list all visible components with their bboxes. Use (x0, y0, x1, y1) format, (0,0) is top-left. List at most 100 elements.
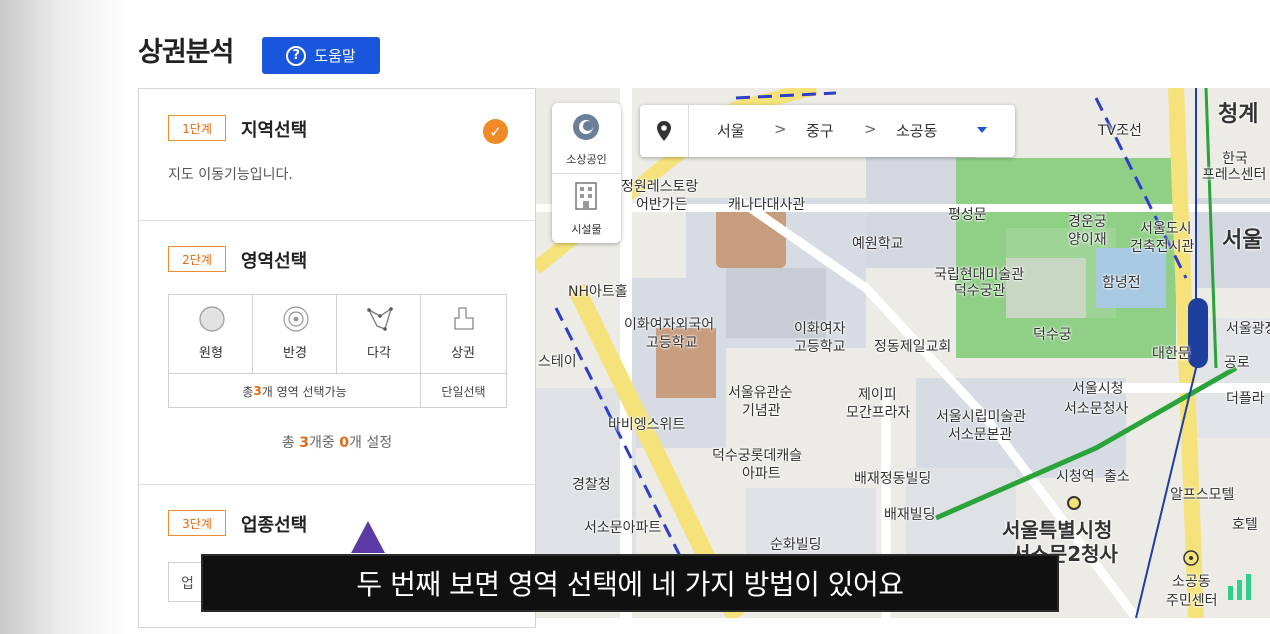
map-label: 기념관 (742, 403, 781, 419)
map-label: 경찰청 (572, 477, 611, 493)
caret-down-icon[interactable] (977, 127, 987, 133)
map-label: 청계 (1218, 102, 1259, 127)
map-label: 주민센터 (1166, 593, 1218, 609)
map-label: 제이피 (858, 387, 897, 403)
radius-tool-label: 반경 (283, 346, 307, 361)
step1-description: 지도 이동기능입니다. (168, 167, 293, 183)
small-business-icon (573, 114, 599, 140)
map-label: 서울도시 (1140, 221, 1192, 237)
facility-label: 시설물 (571, 223, 602, 236)
map-label: 공로 (1224, 355, 1250, 371)
map-label: 서울시립미술관 (936, 409, 1027, 425)
building-icon (575, 182, 597, 210)
map-label: 알프스모텔 (1170, 487, 1235, 503)
map-label: 소공동 (1172, 574, 1211, 590)
area-total-status: 총 3개중 0개 설정 (281, 435, 393, 451)
radius-icon (283, 306, 309, 332)
map-label: 캐나다대사관 (728, 197, 806, 213)
map-label: 덕수궁관 (954, 283, 1006, 299)
map-label: 경운궁 (1068, 214, 1107, 230)
district-tool-label: 상권 (451, 346, 475, 361)
step3-badge: 3단계 (168, 510, 226, 536)
map-label: 정동제일교회 (874, 339, 952, 355)
area-tool-grid: 원형 반경 다각 상권 총 3개 영역 선택가능 단일선택 (168, 294, 507, 408)
polygon-icon (367, 307, 393, 331)
map-label: 이화여자외국어 (624, 317, 715, 333)
map-label: 서소문본관 (948, 427, 1013, 443)
map-label: 평성문 (948, 207, 987, 223)
map-label: 서울유관순 (728, 385, 793, 401)
step2-badge: 2단계 (168, 246, 226, 272)
map-label: 정원레스토랑 (621, 179, 699, 195)
polygon-tool-label: 다각 (367, 346, 391, 361)
radius-tool-button[interactable]: 반경 (253, 295, 337, 373)
breadcrumb-separator: > (774, 120, 787, 138)
step2-section: 2단계 영역선택 원형 반경 다각 상권 총 3개 영역 선택가능 단일선택 총… (139, 220, 535, 485)
polygon-tool-button[interactable]: 다각 (337, 295, 421, 373)
map-label: 서울 (1222, 228, 1263, 253)
map-label: 더플라 (1226, 391, 1265, 407)
map-label: 호텔 (1232, 517, 1258, 533)
step1-title: 지역선택 (241, 120, 308, 141)
map-label: 순화빌딩 (770, 537, 822, 553)
pointer-triangle-icon (351, 521, 385, 553)
page-title: 상권분석 (138, 37, 234, 68)
step1-badge: 1단계 (168, 115, 226, 141)
map-label: 건축전시관 (1130, 239, 1195, 255)
step2-title: 영역선택 (241, 251, 308, 272)
facility-layer-button[interactable]: 시설물 (552, 173, 621, 243)
map-pin-icon (657, 121, 671, 141)
location-dong[interactable]: 소공동 (896, 120, 937, 141)
analysis-panel: 1단계 지역선택 ✓ 지도 이동기능입니다. 2단계 영역선택 원형 반경 다각… (138, 88, 536, 628)
step1-section: 1단계 지역선택 ✓ 지도 이동기능입니다. (139, 89, 535, 221)
help-icon: ? (286, 45, 307, 66)
map-label: 서울시청 (1072, 381, 1124, 397)
map-label: TV조선 (1098, 123, 1142, 139)
map-label: 고등학교 (794, 339, 846, 355)
map-label: 시청역 (1056, 469, 1095, 485)
circle-tool-button[interactable]: 원형 (169, 295, 253, 373)
map-label: 모간프라자 (846, 405, 911, 421)
map-label: 함녕전 (1102, 275, 1141, 291)
district-icon (454, 307, 474, 330)
map-label: 양이재 (1068, 232, 1107, 248)
map-label: 출소 (1104, 469, 1130, 485)
map-label: 덕수궁 (1033, 327, 1072, 343)
single-select-label: 단일선택 (441, 384, 486, 399)
map-label: 어반가든 (636, 197, 688, 213)
location-city[interactable]: 서울 (717, 120, 745, 141)
map-label: 예원학교 (852, 236, 904, 252)
check-icon: ✓ (483, 119, 508, 144)
small-business-label: 소상공인 (566, 153, 607, 166)
multi-select-info: 총 3개 영역 선택가능 (169, 374, 421, 408)
map-label: 고등학교 (646, 335, 698, 351)
location-selector[interactable]: 서울 > 중구 > 소공동 (640, 105, 1015, 157)
help-button[interactable]: ? 도움말 (262, 37, 380, 74)
map-layer-widget: 소상공인 시설물 (552, 103, 621, 243)
map-label: 서소문청사 (1064, 401, 1129, 417)
circle-icon (199, 306, 225, 332)
help-button-label: 도움말 (314, 47, 356, 65)
location-district[interactable]: 중구 (806, 120, 834, 141)
breadcrumb-separator: > (864, 120, 877, 138)
video-subtitle: 두 번째 보면 영역 선택에 네 가지 방법이 있어요 (201, 554, 1059, 612)
map-label: 배재정동빌딩 (854, 471, 932, 487)
map-view[interactable]: 정원레스토랑 어반가든 캐나다대사관 예원학교 평성문 경운궁 양이재 서울도시… (536, 88, 1270, 618)
location-pin-button[interactable] (640, 105, 689, 157)
map-label: 덕수궁롯데캐슬 (712, 448, 803, 464)
map-label: 아파트 (742, 466, 781, 482)
map-label: 배재빌딩 (884, 507, 936, 523)
map-label: NH아트홀 (568, 284, 628, 300)
map-label: 스테이 (538, 354, 577, 370)
bars-icon (1228, 574, 1251, 600)
circle-tool-label: 원형 (199, 346, 223, 361)
map-label: 대한문 (1152, 346, 1191, 362)
step3-title: 업종선택 (241, 515, 308, 536)
map-label: 프레스센터 (1202, 167, 1267, 183)
map-label: 바비엥스위트 (608, 417, 686, 433)
district-tool-button[interactable]: 상권 (421, 295, 505, 373)
map-label: 이화여자 (794, 321, 846, 337)
map-label: 서소문아파트 (584, 520, 662, 536)
map-label: 서울광장 (1226, 321, 1270, 337)
small-business-layer-button[interactable]: 소상공인 (552, 103, 621, 174)
